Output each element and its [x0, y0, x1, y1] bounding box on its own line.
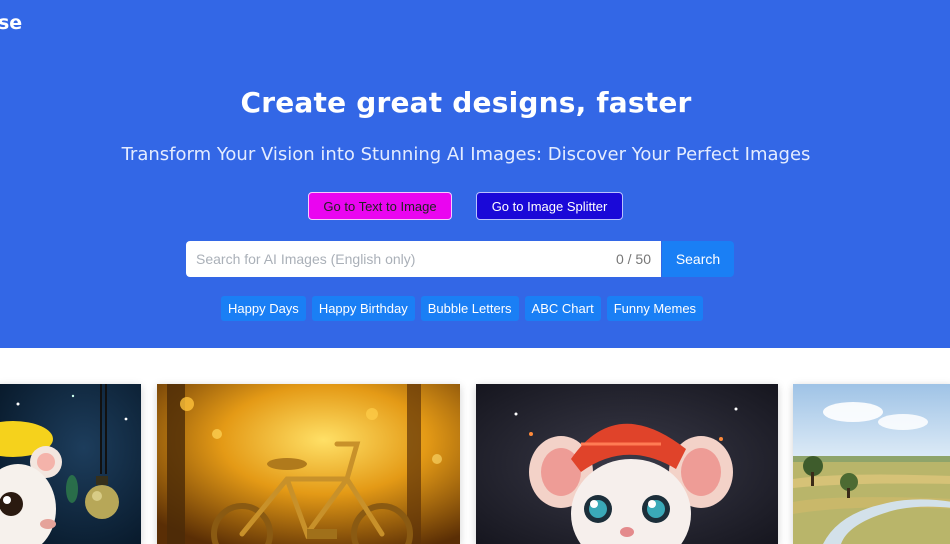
- countryside-river-landscape-image: [793, 384, 950, 544]
- golden-bicycle-autumn-image: [157, 384, 460, 544]
- page-title: Create great designs, faster: [240, 86, 692, 119]
- search-field: 0 / 50: [186, 241, 661, 277]
- search-input[interactable]: [196, 241, 596, 277]
- search-char-counter: 0 / 50: [615, 251, 651, 267]
- hero-section: se Create great designs, faster Transfor…: [0, 0, 950, 348]
- text-to-image-button[interactable]: Go to Text to Image: [308, 192, 452, 220]
- site-logo[interactable]: se: [0, 12, 22, 34]
- cartoon-mouse-red-hat-image: [476, 384, 778, 544]
- chip-funny-memes[interactable]: Funny Memes: [606, 296, 704, 321]
- gallery-image-1[interactable]: [0, 384, 141, 544]
- page-subtitle: Transform Your Vision into Stunning AI I…: [121, 144, 811, 165]
- chip-happy-birthday[interactable]: Happy Birthday: [311, 296, 415, 321]
- search-button[interactable]: Search: [662, 241, 734, 277]
- cartoon-mouse-yellow-hat-image: [0, 384, 141, 544]
- gallery-image-2[interactable]: [157, 384, 460, 544]
- chip-abc-chart[interactable]: ABC Chart: [524, 296, 601, 321]
- suggestion-chips: Happy Days Happy Birthday Bubble Letters…: [221, 296, 704, 321]
- chip-bubble-letters[interactable]: Bubble Letters: [420, 296, 519, 321]
- image-splitter-button[interactable]: Go to Image Splitter: [476, 192, 623, 220]
- gallery-image-4[interactable]: [793, 384, 950, 544]
- gallery-image-3[interactable]: [476, 384, 778, 544]
- chip-happy-days[interactable]: Happy Days: [221, 296, 306, 321]
